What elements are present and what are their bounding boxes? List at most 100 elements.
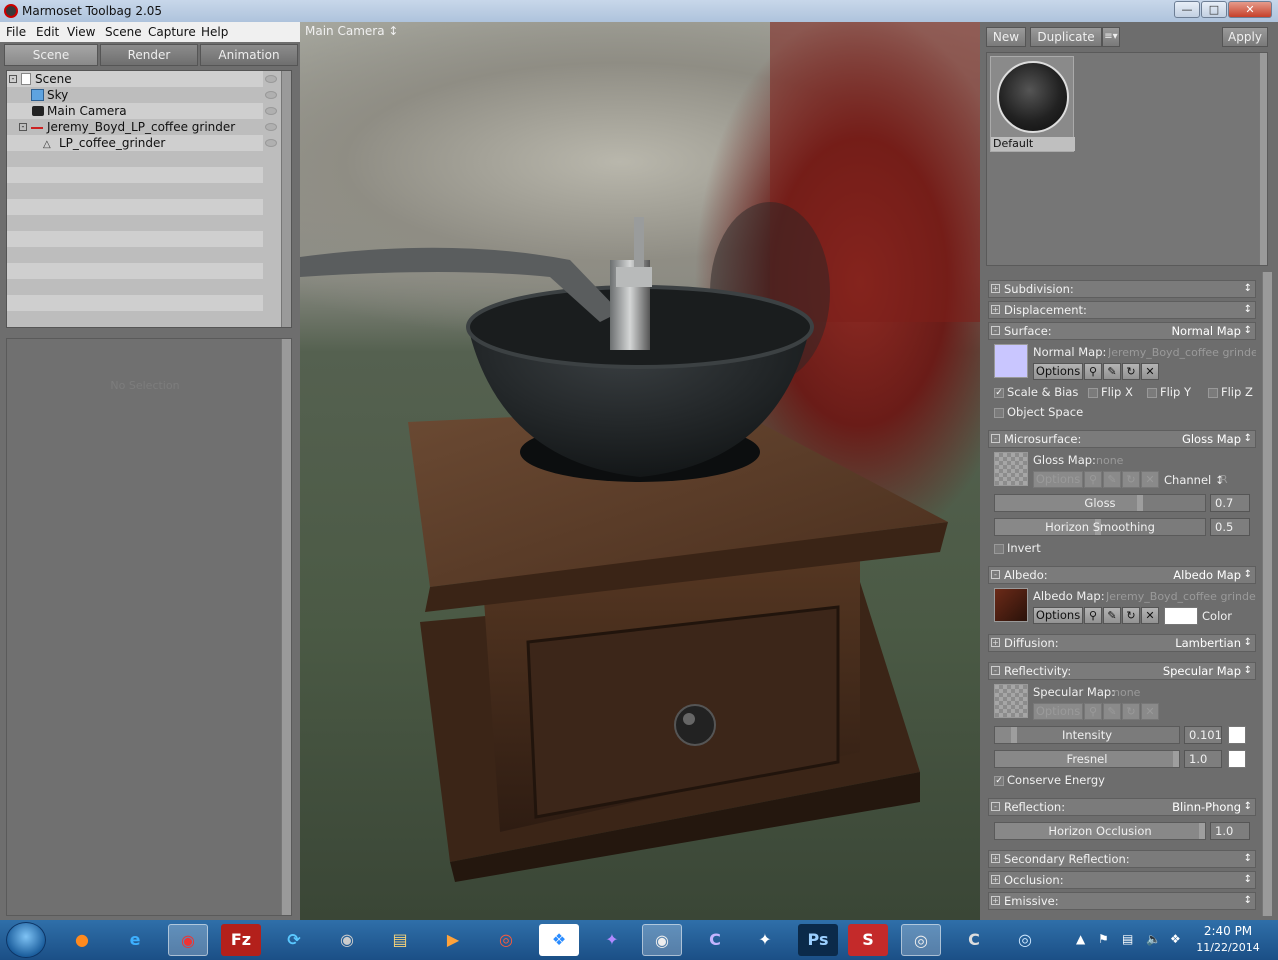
- section-microsurface[interactable]: - Microsurface: Gloss Map ↕: [988, 430, 1256, 448]
- normal-map-swatch[interactable]: [994, 344, 1028, 378]
- tab-animation[interactable]: Animation: [200, 44, 298, 66]
- chrome-icon[interactable]: ◉: [168, 924, 208, 956]
- visibility-eye-icon[interactable]: [265, 107, 277, 115]
- marmoset-alt-icon[interactable]: ◉: [327, 924, 367, 956]
- clock-date[interactable]: 11/22/2014: [1188, 941, 1268, 954]
- menu-scene[interactable]: Scene: [105, 25, 142, 39]
- start-button-icon[interactable]: [6, 922, 46, 958]
- network-icon[interactable]: ▤: [1122, 932, 1133, 946]
- section-albedo[interactable]: - Albedo: Albedo Map ↕: [988, 566, 1256, 584]
- reload-icon[interactable]: ↻: [1122, 363, 1140, 380]
- new-material-button[interactable]: New: [986, 27, 1026, 47]
- tree-scrollbar[interactable]: [281, 71, 291, 327]
- zbrush-icon[interactable]: ✦: [745, 924, 785, 956]
- clear-icon[interactable]: ✕: [1141, 363, 1159, 380]
- clear-icon[interactable]: ✕: [1141, 471, 1159, 488]
- substance-icon[interactable]: S: [848, 924, 888, 956]
- close-button[interactable]: ✕: [1228, 1, 1272, 18]
- pencil-icon[interactable]: ✎: [1103, 607, 1121, 624]
- visibility-eye-icon[interactable]: [265, 123, 277, 131]
- search-icon[interactable]: ⚲: [1084, 703, 1102, 720]
- section-surface[interactable]: - Surface: Normal Map ↕: [988, 322, 1256, 340]
- specular-map-options-button[interactable]: Options: [1033, 703, 1083, 720]
- marmoset-icon[interactable]: ◉: [642, 924, 682, 956]
- explorer-icon[interactable]: ▤: [380, 924, 420, 956]
- apply-button[interactable]: Apply: [1222, 27, 1268, 47]
- flip-x-checkbox[interactable]: [1088, 388, 1098, 398]
- tree-item-mesh[interactable]: △ LP_coffee_grinder: [7, 135, 263, 151]
- section-occlusion[interactable]: + Occlusion: ↕: [988, 871, 1256, 889]
- volume-icon[interactable]: 🔈: [1146, 932, 1161, 946]
- fresnel-value-field[interactable]: 1.0: [1184, 750, 1222, 768]
- clock-time[interactable]: 2:40 PM: [1188, 924, 1268, 938]
- pencil-icon[interactable]: ✎: [1103, 363, 1121, 380]
- properties-scrollbar[interactable]: [281, 339, 291, 915]
- gloss-slider[interactable]: Gloss: [994, 494, 1206, 512]
- action-center-icon[interactable]: ⚑: [1098, 932, 1109, 946]
- section-reflectivity[interactable]: - Reflectivity: Specular Map ↕: [988, 662, 1256, 680]
- horizon-smoothing-value-field[interactable]: 0.5: [1210, 518, 1250, 536]
- menu-help[interactable]: Help: [201, 25, 228, 39]
- albedo-color-swatch[interactable]: [1164, 607, 1198, 625]
- filezilla-icon[interactable]: Fz: [221, 924, 261, 956]
- app-purple-icon[interactable]: ✦: [592, 924, 632, 956]
- app-icon[interactable]: ⟳: [274, 924, 314, 956]
- menu-file[interactable]: File: [6, 25, 26, 39]
- media-icon[interactable]: ▶: [433, 924, 473, 956]
- gloss-map-swatch[interactable]: [994, 452, 1028, 486]
- horizon-smoothing-slider[interactable]: Horizon Smoothing: [994, 518, 1206, 536]
- menu-edit[interactable]: Edit: [36, 25, 59, 39]
- tab-render[interactable]: Render: [100, 44, 198, 66]
- tab-scene[interactable]: Scene: [4, 44, 98, 66]
- duplicate-material-button[interactable]: Duplicate: [1030, 27, 1102, 47]
- section-displacement[interactable]: + Displacement: ↕: [988, 301, 1256, 319]
- tree-item-mesh-group[interactable]: - Jeremy_Boyd_LP_coffee grinder: [7, 119, 263, 135]
- search-icon[interactable]: ⚲: [1084, 607, 1102, 624]
- menu-view[interactable]: View: [67, 25, 95, 39]
- ccleaner-icon[interactable]: ◎: [486, 924, 526, 956]
- intensity-value-field[interactable]: 0.101: [1184, 726, 1222, 744]
- visibility-eye-icon[interactable]: [265, 75, 277, 83]
- tree-item-sky[interactable]: Sky: [7, 87, 263, 103]
- section-secondary-reflection[interactable]: + Secondary Reflection: ↕: [988, 850, 1256, 868]
- photoshop-icon[interactable]: Ps: [798, 924, 838, 956]
- scale-bias-checkbox[interactable]: ✓: [994, 388, 1004, 398]
- visibility-eye-icon[interactable]: [265, 91, 277, 99]
- intensity-slider[interactable]: Intensity: [994, 726, 1180, 744]
- section-reflection[interactable]: - Reflection: Blinn-Phong ↕: [988, 798, 1256, 816]
- material-thumbnail[interactable]: Default: [990, 56, 1075, 152]
- albedo-map-swatch[interactable]: [994, 588, 1028, 622]
- gloss-map-options-button[interactable]: Options: [1033, 471, 1083, 488]
- normal-map-options-button[interactable]: Options: [1033, 363, 1083, 380]
- conserve-energy-checkbox[interactable]: ✓: [994, 776, 1004, 786]
- dropbox-tray-icon[interactable]: ❖: [1170, 932, 1181, 946]
- section-subdivision[interactable]: + Subdivision: ↕: [988, 280, 1256, 298]
- tray-expand-icon[interactable]: ▲: [1076, 932, 1085, 946]
- material-scrollbar[interactable]: [1259, 53, 1267, 265]
- app-c-icon[interactable]: C: [954, 924, 994, 956]
- clear-icon[interactable]: ✕: [1141, 607, 1159, 624]
- section-diffusion[interactable]: + Diffusion: Lambertian ↕: [988, 634, 1256, 652]
- specular-map-swatch[interactable]: [994, 684, 1028, 718]
- tree-item-main-camera[interactable]: Main Camera: [7, 103, 263, 119]
- flip-y-checkbox[interactable]: [1147, 388, 1157, 398]
- albedo-map-options-button[interactable]: Options: [1033, 607, 1083, 624]
- reload-icon[interactable]: ↻: [1122, 607, 1140, 624]
- horizon-occlusion-value-field[interactable]: 1.0: [1210, 822, 1250, 840]
- reload-icon[interactable]: ↻: [1122, 703, 1140, 720]
- search-icon[interactable]: ⚲: [1084, 363, 1102, 380]
- app-gray-icon[interactable]: ◎: [901, 924, 941, 956]
- app-blue-icon[interactable]: C: [695, 924, 735, 956]
- section-emissive[interactable]: + Emissive: ↕: [988, 892, 1256, 910]
- object-space-checkbox[interactable]: [994, 408, 1004, 418]
- 3d-viewport[interactable]: Main Camera ↕: [300, 22, 980, 920]
- dropbox-icon[interactable]: ❖: [539, 924, 579, 956]
- fresnel-color-swatch[interactable]: [1228, 750, 1246, 768]
- invert-checkbox[interactable]: [994, 544, 1004, 554]
- reload-icon[interactable]: ↻: [1122, 471, 1140, 488]
- visibility-eye-icon[interactable]: [265, 139, 277, 147]
- firefox-icon[interactable]: ●: [62, 924, 102, 956]
- gloss-value-field[interactable]: 0.7: [1210, 494, 1250, 512]
- pencil-icon[interactable]: ✎: [1103, 703, 1121, 720]
- search-icon[interactable]: ⚲: [1084, 471, 1102, 488]
